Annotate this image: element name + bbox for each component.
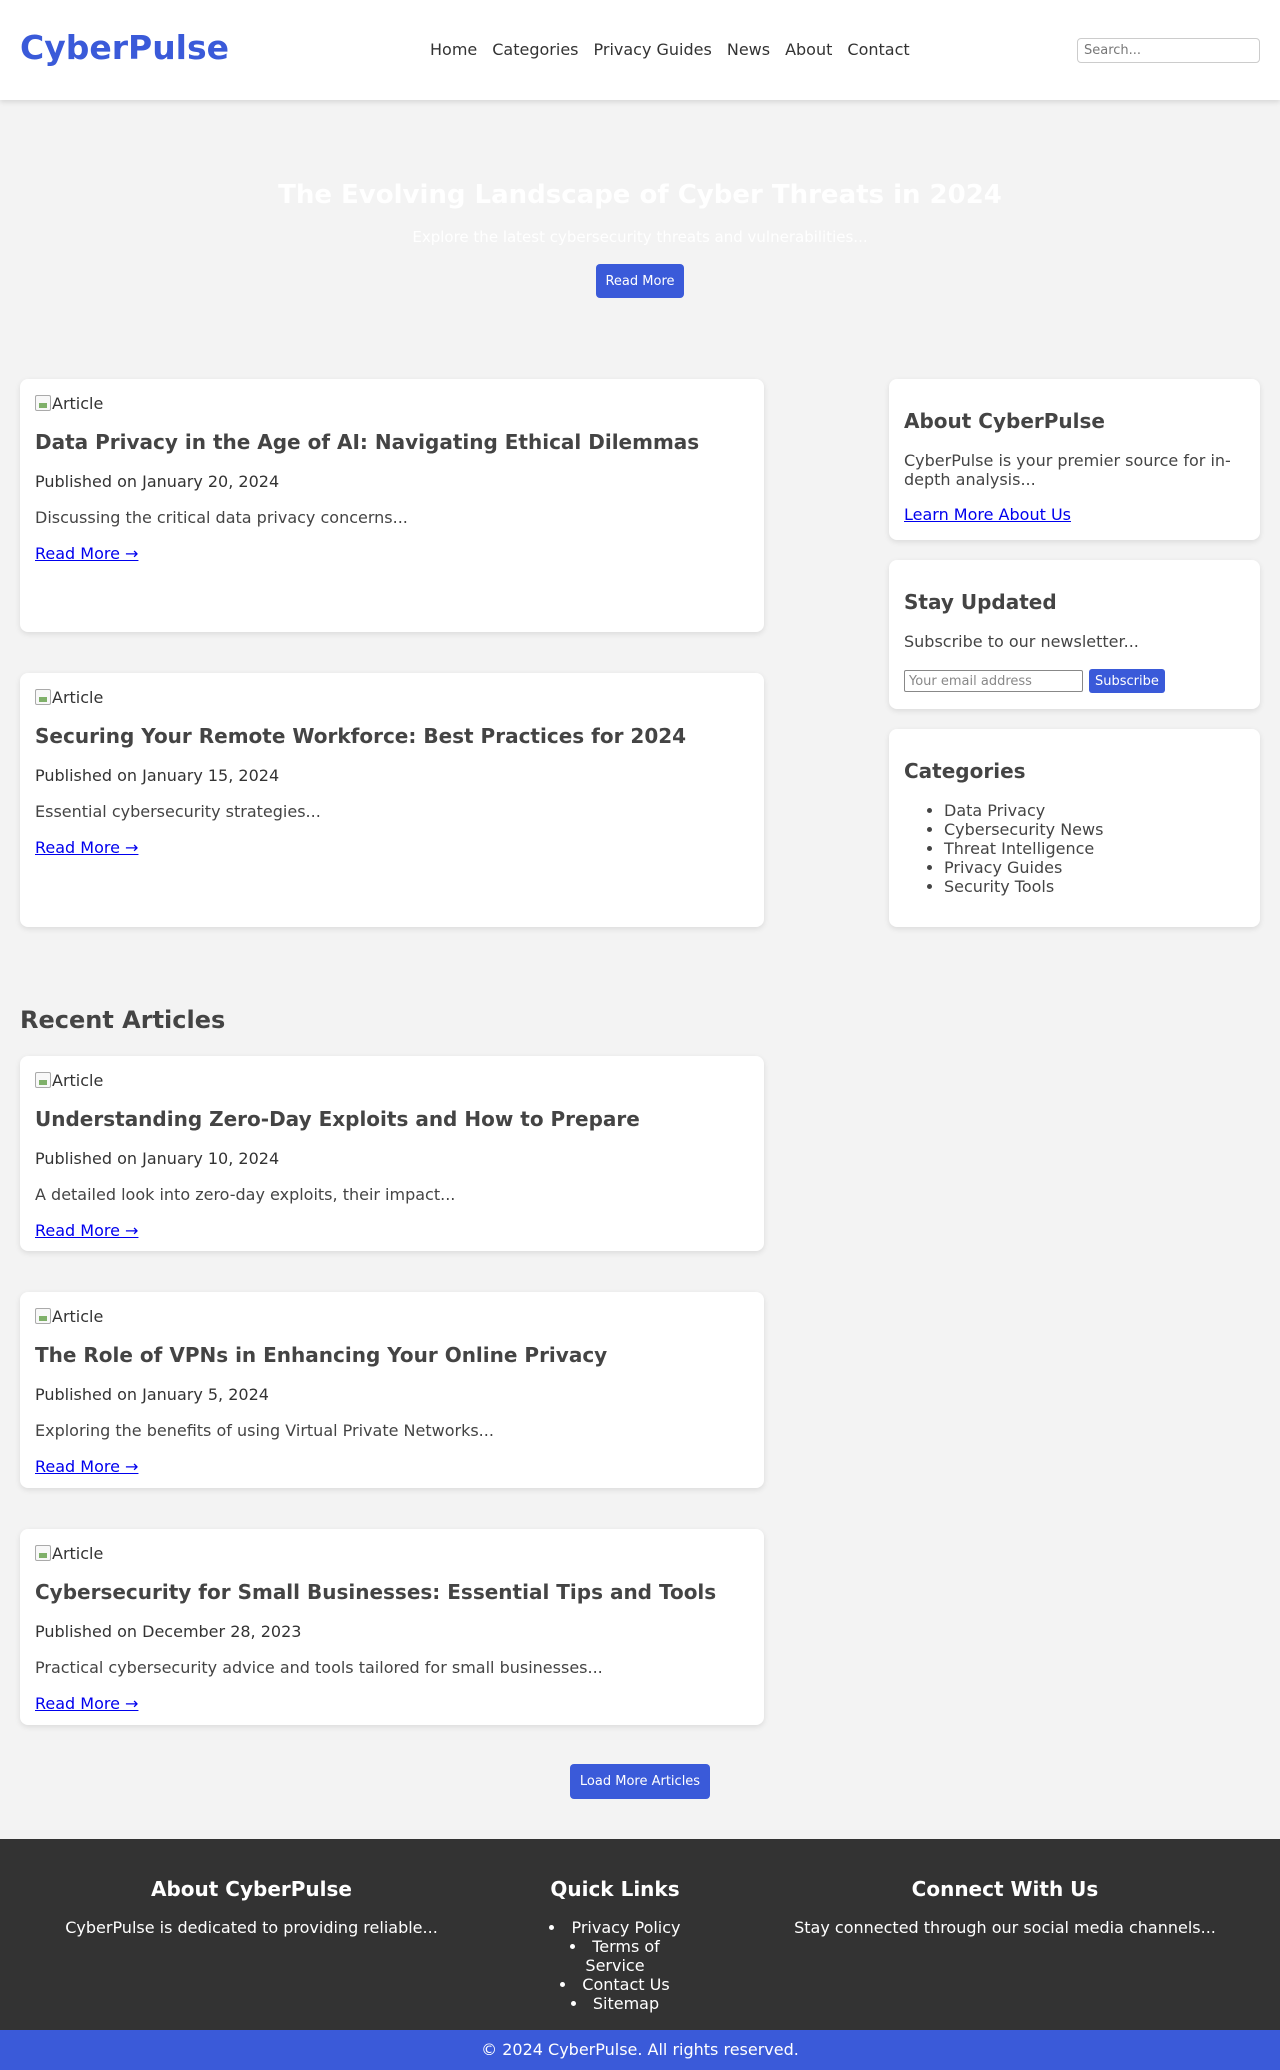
article-image: Article xyxy=(35,393,749,413)
footer-connect-title: Connect With Us xyxy=(911,1877,1099,1901)
sidebar-about-text: CyberPulse is your premier source for in… xyxy=(904,451,1231,490)
article-title[interactable]: Cybersecurity for Small Businesses: Esse… xyxy=(35,1580,749,1604)
category-item[interactable]: Cybersecurity News xyxy=(944,820,1245,839)
category-item[interactable]: Threat Intelligence xyxy=(944,839,1245,858)
article-image-alt: Article xyxy=(52,1306,104,1326)
recent-article-card: Article The Role of VPNs in Enhancing Yo… xyxy=(20,1292,764,1488)
sidebar-categories-widget: Categories Data Privacy Cybersecurity Ne… xyxy=(889,729,1260,927)
subscribe-button[interactable]: Subscribe xyxy=(1089,669,1165,694)
recent-article-card: Article Cybersecurity for Small Business… xyxy=(20,1529,764,1725)
category-item[interactable]: Privacy Guides xyxy=(944,858,1245,877)
article-excerpt: A detailed look into zero-day exploits, … xyxy=(35,1185,456,1204)
footer-links-column: Quick Links Privacy Policy Terms of Serv… xyxy=(540,1877,690,2013)
article-title[interactable]: Understanding Zero-Day Exploits and How … xyxy=(35,1107,749,1131)
footer-connect-text: Stay connected through our social media … xyxy=(794,1918,1216,1937)
email-field[interactable] xyxy=(904,670,1083,693)
learn-more-link[interactable]: Learn More About Us xyxy=(904,505,1071,524)
broken-image-icon xyxy=(35,395,51,411)
footer-about-title: About CyberPulse xyxy=(151,1877,352,1901)
article-image-alt: Article xyxy=(52,1543,104,1563)
article-excerpt: Discussing the critical data privacy con… xyxy=(35,508,408,527)
article-image-alt: Article xyxy=(52,393,104,413)
hero-subtitle: Explore the latest cybersecurity threats… xyxy=(412,228,868,246)
newsletter-title: Stay Updated xyxy=(904,590,1057,614)
load-more-button[interactable]: Load More Articles xyxy=(570,1764,710,1799)
sidebar-newsletter-widget: Stay Updated Subscribe to our newsletter… xyxy=(889,560,1260,709)
footer-link-privacy-policy[interactable]: Privacy Policy xyxy=(540,1918,690,1937)
article-excerpt: Exploring the benefits of using Virtual … xyxy=(35,1421,494,1440)
nav-about[interactable]: About xyxy=(785,40,832,59)
article-excerpt: Practical cybersecurity advice and tools… xyxy=(35,1658,603,1677)
site-logo[interactable]: CyberPulse xyxy=(20,28,229,67)
article-title[interactable]: Data Privacy in the Age of AI: Navigatin… xyxy=(35,430,749,454)
article-date: Published on January 15, 2024 xyxy=(35,766,280,785)
article-title[interactable]: The Role of VPNs in Enhancing Your Onlin… xyxy=(35,1343,749,1367)
category-item[interactable]: Data Privacy xyxy=(944,801,1245,820)
article-read-more-link[interactable]: Read More → xyxy=(35,544,138,563)
broken-image-icon xyxy=(35,1308,51,1324)
broken-image-icon xyxy=(35,1545,51,1561)
footer-link-contact[interactable]: Contact Us xyxy=(540,1975,690,1994)
footer-links-title: Quick Links xyxy=(550,1877,680,1901)
site-header: CyberPulse Home Categories Privacy Guide… xyxy=(0,0,1280,100)
article-image: Article xyxy=(35,1306,749,1326)
broken-image-icon xyxy=(35,1072,51,1088)
nav-contact[interactable]: Contact xyxy=(847,40,909,59)
footer-about-column: About CyberPulse CyberPulse is dedicated… xyxy=(20,1877,483,1937)
footer-connect-column: Connect With Us Stay connected through o… xyxy=(770,1877,1240,1937)
newsletter-text: Subscribe to our newsletter... xyxy=(904,632,1139,651)
article-read-more-link[interactable]: Read More → xyxy=(35,1457,138,1476)
categories-title: Categories xyxy=(904,759,1026,783)
article-title[interactable]: Securing Your Remote Workforce: Best Pra… xyxy=(35,724,749,748)
article-image: Article xyxy=(35,687,749,707)
hero-title: The Evolving Landscape of Cyber Threats … xyxy=(278,180,1002,210)
footer-links-list: Privacy Policy Terms of Service Contact … xyxy=(540,1918,690,2013)
newsletter-form: Subscribe xyxy=(904,669,1245,694)
sidebar-about-widget: About CyberPulse CyberPulse is your prem… xyxy=(889,379,1260,540)
categories-list: Data Privacy Cybersecurity News Threat I… xyxy=(904,801,1245,896)
article-read-more-link[interactable]: Read More → xyxy=(35,838,138,857)
nav-home[interactable]: Home xyxy=(430,40,477,59)
article-excerpt: Essential cybersecurity strategies... xyxy=(35,802,321,821)
article-date: Published on January 10, 2024 xyxy=(35,1149,280,1168)
category-item[interactable]: Security Tools xyxy=(944,877,1245,896)
article-image-alt: Article xyxy=(52,687,104,707)
recent-articles-heading: Recent Articles xyxy=(20,1006,226,1034)
copyright-bar: © 2024 CyberPulse. All rights reserved. xyxy=(0,2030,1280,2070)
article-read-more-link[interactable]: Read More → xyxy=(35,1221,138,1240)
main-nav: Home Categories Privacy Guides News Abou… xyxy=(430,40,925,59)
site-footer: About CyberPulse CyberPulse is dedicated… xyxy=(0,1839,1280,2030)
article-read-more-link[interactable]: Read More → xyxy=(35,1694,138,1713)
nav-news[interactable]: News xyxy=(727,40,770,59)
sidebar-about-title: About CyberPulse xyxy=(904,409,1105,433)
featured-article-card: Article Securing Your Remote Workforce: … xyxy=(20,673,764,927)
article-image: Article xyxy=(35,1543,749,1563)
footer-link-terms[interactable]: Terms of Service xyxy=(540,1937,690,1975)
nav-privacy-guides[interactable]: Privacy Guides xyxy=(594,40,712,59)
article-date: Published on January 5, 2024 xyxy=(35,1385,269,1404)
article-date: Published on December 28, 2023 xyxy=(35,1622,302,1641)
hero-banner: The Evolving Landscape of Cyber Threats … xyxy=(0,100,1280,360)
featured-article-card: Article Data Privacy in the Age of AI: N… xyxy=(20,379,764,632)
footer-link-sitemap[interactable]: Sitemap xyxy=(540,1994,690,2013)
broken-image-icon xyxy=(35,689,51,705)
nav-categories[interactable]: Categories xyxy=(492,40,578,59)
hero-read-more-button[interactable]: Read More xyxy=(596,264,684,298)
search-input[interactable] xyxy=(1077,38,1260,63)
article-image: Article xyxy=(35,1070,749,1090)
article-image-alt: Article xyxy=(52,1070,104,1090)
recent-article-card: Article Understanding Zero-Day Exploits … xyxy=(20,1056,764,1251)
article-date: Published on January 20, 2024 xyxy=(35,472,280,491)
footer-about-text: CyberPulse is dedicated to providing rel… xyxy=(65,1918,438,1937)
